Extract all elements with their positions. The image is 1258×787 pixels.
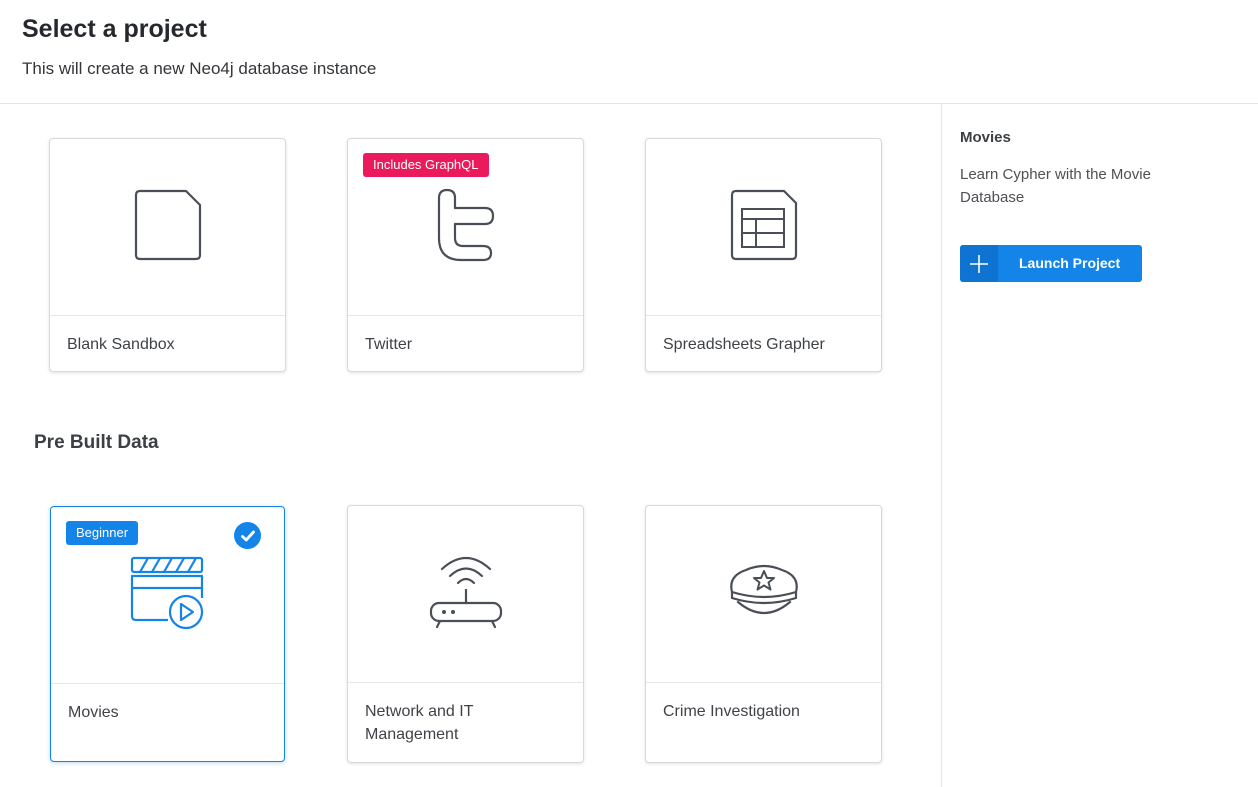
card-label: Movies xyxy=(68,704,119,721)
project-card-network-it[interactable]: Network and IT Management xyxy=(347,505,584,763)
project-card-twitter[interactable]: Includes GraphQL Twitter xyxy=(347,138,584,372)
project-card-blank-sandbox[interactable]: Blank Sandbox xyxy=(49,138,286,372)
section-title-prebuilt: Pre Built Data xyxy=(34,432,159,453)
movie-clapper-icon xyxy=(130,556,206,635)
page-subtitle: This will create a new Neo4j database in… xyxy=(22,59,377,78)
card-label: Spreadsheets Grapher xyxy=(663,336,825,353)
page-header: Select a project This will create a new … xyxy=(0,0,1258,104)
card-art xyxy=(646,139,881,316)
launch-project-label: Launch Project xyxy=(1019,255,1121,271)
project-card-spreadsheets-grapher[interactable]: Spreadsheets Grapher xyxy=(645,138,882,372)
card-art xyxy=(348,139,583,316)
card-art xyxy=(50,139,285,316)
twitter-icon xyxy=(437,188,495,267)
project-card-crime-investigation[interactable]: Crime Investigation xyxy=(645,505,882,763)
project-grid: Blank Sandbox Includes GraphQL Twitter S… xyxy=(0,104,941,787)
police-hat-icon xyxy=(726,562,802,627)
card-label: Twitter xyxy=(365,336,413,353)
project-card-movies[interactable]: Beginner Movies xyxy=(50,506,285,762)
card-art xyxy=(348,506,583,683)
router-icon xyxy=(428,555,504,634)
page-title: Select a project xyxy=(22,15,207,43)
spreadsheet-icon xyxy=(730,189,798,266)
selected-project-description: Learn Cypher with the Movie Database xyxy=(960,166,1151,206)
project-details-panel: Movies Learn Cypher with the Movie Datab… xyxy=(941,104,1258,787)
card-label: Crime Investigation xyxy=(663,703,800,720)
blank-document-icon xyxy=(134,189,202,266)
card-art xyxy=(51,507,284,684)
selected-project-title: Movies xyxy=(960,129,1011,146)
plus-icon xyxy=(960,245,998,282)
card-art xyxy=(646,506,881,683)
card-label: Blank Sandbox xyxy=(67,336,175,353)
card-label: Network and IT Management xyxy=(365,703,474,743)
launch-project-button[interactable]: Launch Project xyxy=(960,245,1142,282)
